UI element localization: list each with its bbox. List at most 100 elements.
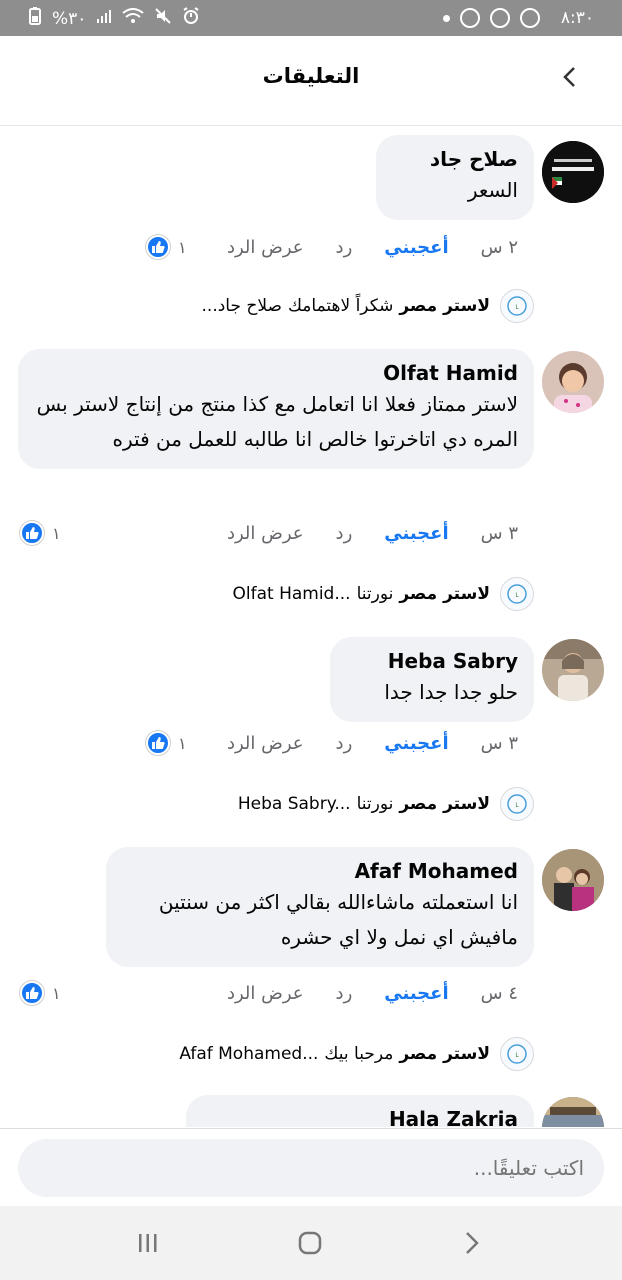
- comment-text: حلو جدا جدا جدا: [384, 680, 518, 704]
- avatar[interactable]: [542, 1097, 604, 1127]
- signal-icon: [96, 8, 112, 29]
- comment-author[interactable]: Heba Sabry: [346, 647, 518, 675]
- app-notification-icon: [460, 8, 480, 28]
- reaction-count[interactable]: ١: [146, 731, 187, 755]
- reply-mention: صلاح جاد...: [201, 296, 282, 316]
- battery-percent: %٣٠: [52, 8, 87, 29]
- svg-text:L: L: [515, 304, 519, 311]
- notification-dot-icon: [443, 14, 450, 22]
- page-title: التعليقات: [262, 64, 360, 88]
- header: التعليقات: [0, 36, 622, 126]
- comment-bubble[interactable]: صلاح جاد السعر: [376, 135, 534, 220]
- reply-mention: Olfat Hamid...: [232, 584, 351, 604]
- comment-text: لاستر ممتاز فعلا انا اتعامل مع كذا منتج …: [36, 392, 518, 451]
- svg-text:L: L: [515, 592, 519, 599]
- reaction-number: ١: [178, 237, 187, 257]
- reaction-number: ١: [52, 523, 61, 543]
- avatar[interactable]: [542, 141, 604, 203]
- reply-author: لاستر مصر: [399, 1044, 490, 1064]
- wifi-icon: [122, 8, 145, 29]
- reply-preview[interactable]: L لاستر مصر شكراً لاهتمامك صلاح جاد...: [202, 289, 534, 323]
- like-button[interactable]: أعجبني: [384, 983, 448, 1004]
- status-bar: %٣٠ ٨:٣٠: [0, 0, 622, 36]
- comment-time: ٤ س: [480, 983, 518, 1004]
- thumbs-up-icon: [146, 235, 170, 259]
- comment-time: ٢ س: [480, 237, 518, 258]
- comment-time: ٣ س: [480, 733, 518, 754]
- page-avatar: L: [500, 787, 534, 821]
- reply-button[interactable]: رد: [336, 237, 353, 258]
- app-notification-icon: [490, 8, 510, 28]
- view-reply-link[interactable]: عرض الرد: [227, 523, 304, 544]
- page-avatar: L: [500, 289, 534, 323]
- comment-time: ٣ س: [480, 523, 518, 544]
- comment-author[interactable]: Hala Zakria: [202, 1105, 518, 1127]
- avatar[interactable]: [542, 849, 604, 911]
- comment-author[interactable]: Afaf Mohamed: [122, 857, 518, 885]
- status-icons-right: [443, 8, 540, 28]
- comment-item: Hala Zakria: [0, 1095, 622, 1127]
- reply-preview[interactable]: L لاستر مصر نورتنا Heba Sabry...: [238, 787, 534, 821]
- reaction-count[interactable]: ١: [20, 521, 61, 545]
- reaction-number: ١: [52, 983, 61, 1003]
- reply-author: لاستر مصر: [399, 296, 490, 316]
- page-avatar: L: [500, 1037, 534, 1071]
- reaction-count[interactable]: ١: [20, 981, 61, 1005]
- comment-bubble[interactable]: Hala Zakria: [186, 1095, 534, 1127]
- comment-composer: [0, 1128, 622, 1206]
- comment-item: Heba Sabry حلو جدا جدا جدا ٣ س أعجبني رد…: [0, 637, 622, 827]
- like-button[interactable]: أعجبني: [384, 733, 448, 754]
- reply-button[interactable]: رد: [336, 523, 353, 544]
- reply-text: شكراً لاهتمامك: [287, 296, 394, 316]
- status-icons-left: %٣٠: [28, 7, 200, 30]
- app-notification-icon: [520, 8, 540, 28]
- reply-text: نورتنا: [356, 584, 394, 604]
- reply-author: لاستر مصر: [399, 794, 490, 814]
- battery-saver-icon: [28, 7, 42, 30]
- reply-author: لاستر مصر: [399, 584, 490, 604]
- avatar[interactable]: [542, 351, 604, 413]
- like-button[interactable]: أعجبني: [384, 523, 448, 544]
- page-avatar: L: [500, 577, 534, 611]
- comment-text: انا استعملته ماشاءالله بقالي اكثر من سنت…: [158, 890, 518, 949]
- reply-text: نورتنا: [356, 794, 394, 814]
- comment-input[interactable]: [18, 1139, 604, 1197]
- system-nav-bar: [0, 1206, 622, 1280]
- comment-actions: ٣ س أعجبني رد عرض الرد: [227, 523, 518, 544]
- svg-text:L: L: [515, 802, 519, 809]
- comment-text: السعر: [467, 178, 518, 202]
- nav-back-icon[interactable]: [452, 1228, 492, 1258]
- thumbs-up-icon: [20, 981, 44, 1005]
- thumbs-up-icon: [146, 731, 170, 755]
- reaction-count[interactable]: ١: [146, 235, 187, 259]
- comment-actions: ٢ س أعجبني رد عرض الرد: [227, 237, 518, 258]
- comment-item: صلاح جاد السعر ٢ س أعجبني رد عرض الرد ١ …: [0, 135, 622, 325]
- comment-bubble[interactable]: Afaf Mohamed انا استعملته ماشاءالله بقال…: [106, 847, 534, 967]
- reply-preview[interactable]: L لاستر مصر نورتنا Olfat Hamid...: [232, 577, 534, 611]
- thumbs-up-icon: [20, 521, 44, 545]
- mute-icon: [154, 7, 172, 30]
- comment-bubble[interactable]: Olfat Hamid لاستر ممتاز فعلا انا اتعامل …: [18, 349, 534, 469]
- recents-icon[interactable]: [128, 1228, 168, 1258]
- reply-button[interactable]: رد: [336, 983, 353, 1004]
- comment-author[interactable]: Olfat Hamid: [34, 359, 518, 387]
- comment-list[interactable]: صلاح جاد السعر ٢ س أعجبني رد عرض الرد ١ …: [0, 127, 622, 1127]
- svg-text:L: L: [515, 1052, 519, 1059]
- comment-item: Afaf Mohamed انا استعملته ماشاءالله بقال…: [0, 847, 622, 1077]
- reply-button[interactable]: رد: [336, 733, 353, 754]
- comment-bubble[interactable]: Heba Sabry حلو جدا جدا جدا: [330, 637, 534, 722]
- view-reply-link[interactable]: عرض الرد: [227, 983, 304, 1004]
- comment-author[interactable]: صلاح جاد: [392, 145, 518, 173]
- clock: ٨:٣٠: [560, 8, 594, 28]
- reaction-number: ١: [178, 733, 187, 753]
- view-reply-link[interactable]: عرض الرد: [227, 733, 304, 754]
- reply-mention: Afaf Mohamed...: [179, 1044, 319, 1064]
- like-button[interactable]: أعجبني: [384, 237, 448, 258]
- home-icon[interactable]: [290, 1228, 330, 1258]
- reply-preview[interactable]: L لاستر مصر مرحبا بيك Afaf Mohamed...: [179, 1037, 534, 1071]
- reply-text: مرحبا بيك: [324, 1044, 394, 1064]
- comment-actions: ٤ س أعجبني رد عرض الرد: [227, 983, 518, 1004]
- comment-item: Olfat Hamid لاستر ممتاز فعلا انا اتعامل …: [0, 349, 622, 611]
- avatar[interactable]: [542, 639, 604, 701]
- view-reply-link[interactable]: عرض الرد: [227, 237, 304, 258]
